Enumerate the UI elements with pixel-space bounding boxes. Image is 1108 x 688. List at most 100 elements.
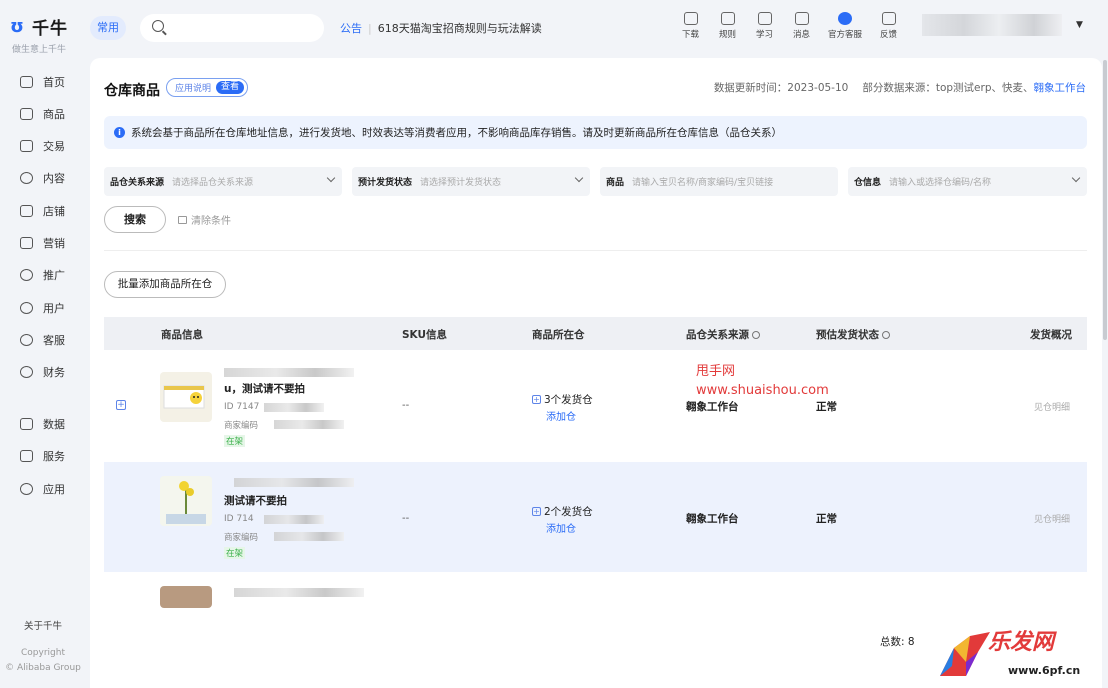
filter-goods-input[interactable]: 商品 请输入宝贝名称/商家编码/宝贝链接 [600,167,838,196]
about-link[interactable]: 关于千牛 [0,618,86,632]
sidebar-item-marketing[interactable]: 营销 [20,235,65,251]
clear-filters-button[interactable]: 清除条件 [178,212,231,227]
marketing-icon [20,237,33,249]
user-account[interactable] [922,14,1062,36]
notice-bar[interactable]: 公告 | 618天猫淘宝招商规则与玩法解读 [340,20,542,36]
download-button[interactable]: 下载 [672,12,709,40]
expand-icon[interactable]: + [116,400,126,410]
table-row[interactable]: + u，测试请不要拍 ID 7147 商家编码 在架 -- +3个发货仓 添加仓… [104,350,1087,460]
sidebar-item-goods[interactable]: 商品 [20,106,65,122]
sidebar: 首页 商品 交易 内容 店铺 营销 推广 用户 客服 财务 数据 服务 应用 关… [0,58,86,688]
rules-icon [720,12,735,25]
search-button[interactable]: 搜索 [104,206,166,233]
app-logo[interactable]: ʊ 千牛 [10,14,68,39]
col-overview: 发货概况 [1030,327,1072,342]
qianniu-logo-icon: ʊ [10,15,24,37]
source-value: 翱象工作台 [686,513,739,525]
feedback-icon [881,12,896,25]
download-icon [683,12,698,25]
sku-info: -- [402,400,410,411]
sidebar-item-label: 服务 [43,450,65,463]
sidebar-item-data[interactable]: 数据 [20,416,65,432]
chevron-down-icon[interactable]: ▼ [1076,20,1083,30]
learn-label: 学习 [755,30,773,40]
sidebar-item-user[interactable]: 用户 [20,300,65,316]
chevron-down-icon [326,173,336,183]
filter-label: 预计发货状态 [358,178,413,188]
help-label: 应用说明 [175,84,212,94]
sidebar-item-label: 用户 [43,302,65,315]
help-icon[interactable] [882,330,890,339]
data-source-link[interactable]: 翱象工作台 [1034,82,1087,94]
product-thumbnail[interactable] [160,476,212,526]
main-panel: 仓库商品 应用说明 查看 数据更新时间：2023-05-10 部分数据来源：to… [90,58,1102,688]
common-tag-button[interactable]: 常用 [90,16,126,40]
sidebar-item-content[interactable]: 内容 [20,170,65,186]
services-icon [20,450,33,462]
product-thumbnail[interactable] [160,372,212,422]
view-detail-link[interactable]: 见仓明细 [1034,512,1070,525]
learn-button[interactable]: 学习 [746,12,783,40]
data-source: 部分数据来源：top测试erp、快麦、翱象工作台 [862,80,1086,95]
product-name[interactable]: 测试请不要拍 [224,493,287,508]
warehouse-count[interactable]: +3个发货仓 [532,392,593,407]
sidebar-item-shop[interactable]: 店铺 [20,203,65,219]
corner-watermark-logo: 乐发网 www.6pf.cn [930,624,1105,684]
feedback-button[interactable]: 反馈 [870,12,907,40]
filter-source-select[interactable]: 品仓关系来源 请选择品仓关系来源 [104,167,342,196]
col-label: 品仓关系来源 [686,329,749,341]
watermark-line1: 甩手网 [696,364,736,379]
scrollbar[interactable] [1103,60,1107,340]
sidebar-item-services[interactable]: 服务 [20,448,65,464]
col-label: 商品信息 [161,329,203,341]
batch-add-warehouse-button[interactable]: 批量添加商品所在仓 [104,271,226,298]
table-row[interactable] [104,572,1087,612]
notice-label: 公告 [340,22,362,35]
view-detail-link[interactable]: 见仓明细 [1034,400,1070,413]
info-alert: i 系统会基于商品所在仓库地址信息，进行发货地、时效表达等消费者应用，不影响商品… [104,116,1087,149]
warehouse-text: 3个发货仓 [544,394,593,406]
apps-icon [20,483,33,495]
copyright-text: Copyright [21,648,65,658]
notice-text[interactable]: 618天猫淘宝招商规则与玩法解读 [378,20,542,36]
product-id: ID 714 [224,514,254,524]
col-label: 商品所在仓 [532,329,585,341]
message-button[interactable]: 消息 [783,12,820,40]
alert-text: 系统会基于商品所在仓库地址信息，进行发货地、时效表达等消费者应用，不影响商品库存… [131,127,782,139]
product-thumbnail[interactable] [160,586,212,608]
sidebar-item-finance[interactable]: 财务 [20,364,65,380]
sidebar-item-home[interactable]: 首页 [20,74,65,90]
app-help-button[interactable]: 应用说明 查看 [166,78,249,97]
service-button[interactable]: 官方客服 [820,12,870,40]
sidebar-item-label: 店铺 [43,205,65,218]
add-warehouse-link[interactable]: 添加仓 [546,520,576,535]
sidebar-item-trade[interactable]: 交易 [20,138,65,154]
product-name[interactable]: u，测试请不要拍 [224,381,305,396]
warehouse-count[interactable]: +2个发货仓 [532,504,593,519]
download-label: 下载 [681,30,699,40]
filter-warehouse-select[interactable]: 仓信息 请输入或选择仓编码/名称 [848,167,1087,196]
col-label: 发货概况 [1030,329,1072,341]
watermark-url: www.6pf.cn [1008,664,1081,677]
top-bar: ʊ 千牛 做生意上千牛 常用 公告 | 618天猫淘宝招商规则与玩法解读 下载 … [0,0,1108,58]
merchant-code: 商家编码 [224,421,259,431]
notice-separator: | [368,21,372,35]
add-warehouse-link[interactable]: 添加仓 [546,408,576,423]
help-view-button[interactable]: 查看 [216,81,245,94]
sidebar-item-label: 商品 [43,108,65,121]
sidebar-item-apps[interactable]: 应用 [20,481,65,497]
search-input[interactable] [140,14,324,42]
product-image [163,385,205,409]
sidebar-item-promotion[interactable]: 推广 [20,267,65,283]
rules-button[interactable]: 规则 [709,12,746,40]
sidebar-item-support[interactable]: 客服 [20,332,65,348]
col-goods-info: 商品信息 [161,327,203,342]
blurred-text [274,420,344,429]
filter-ship-status-select[interactable]: 预计发货状态 请选择预计发货状态 [352,167,590,196]
filter-label: 品仓关系来源 [110,178,165,188]
blurred-text [264,515,324,524]
table-row[interactable]: 测试请不要拍 ID 714 商家编码 在架 -- +2个发货仓 添加仓 翱象工作… [104,462,1087,572]
col-sku: SKU信息 [402,327,447,342]
top-icons: 下载 规则 学习 消息 官方客服 反馈 [672,12,907,40]
help-icon[interactable] [752,330,760,339]
